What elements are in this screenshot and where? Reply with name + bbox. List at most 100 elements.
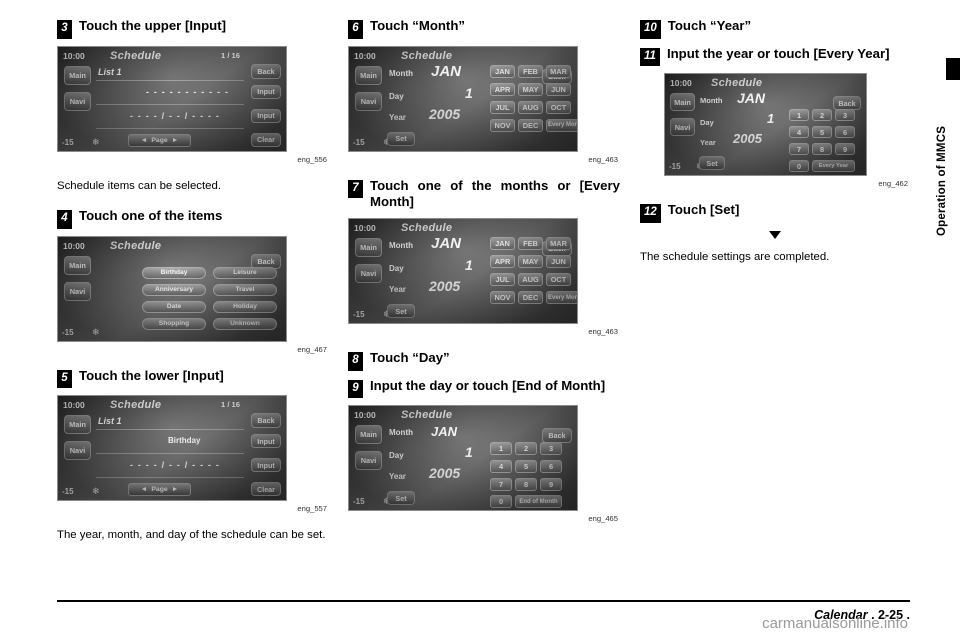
- year-label[interactable]: Year: [389, 472, 406, 481]
- item-button-travel[interactable]: Travel: [213, 283, 277, 296]
- main-button[interactable]: Main: [64, 415, 91, 435]
- main-button[interactable]: Main: [64, 255, 91, 275]
- month-button-may[interactable]: MAY: [518, 82, 543, 96]
- set-button[interactable]: Set: [387, 491, 415, 506]
- key-7[interactable]: 7: [789, 143, 809, 155]
- month-button-may[interactable]: MAY: [518, 255, 543, 269]
- key-9[interactable]: 9: [835, 143, 855, 155]
- main-button[interactable]: Main: [355, 65, 382, 85]
- navi-button[interactable]: Navi: [355, 264, 382, 284]
- year-label[interactable]: Year: [700, 138, 716, 147]
- item-button-date[interactable]: Date: [142, 300, 206, 313]
- item-button-shopping[interactable]: Shopping: [142, 317, 206, 330]
- month-button-nov[interactable]: NOV: [490, 291, 515, 305]
- month-button-mar[interactable]: MAR: [546, 237, 571, 251]
- key-1[interactable]: 1: [789, 109, 809, 121]
- every-month-button[interactable]: Every Month: [546, 118, 577, 132]
- next-page-icon[interactable]: ►: [172, 486, 179, 493]
- navi-button[interactable]: Navi: [64, 281, 91, 301]
- key-8[interactable]: 8: [812, 143, 832, 155]
- set-button[interactable]: Set: [387, 304, 415, 319]
- month-button-oct[interactable]: OCT: [546, 273, 571, 287]
- main-button[interactable]: Main: [355, 238, 382, 258]
- every-year-button[interactable]: Every Year: [812, 160, 855, 172]
- end-of-month-button[interactable]: End of Month: [515, 495, 562, 509]
- key-9[interactable]: 9: [540, 478, 562, 492]
- month-button-aug[interactable]: AUG: [518, 100, 543, 114]
- page-navigation[interactable]: ◄ Page ►: [128, 483, 191, 497]
- month-label[interactable]: Month: [389, 241, 413, 250]
- key-3[interactable]: 3: [540, 442, 562, 456]
- key-7[interactable]: 7: [490, 478, 512, 492]
- back-button[interactable]: Back: [251, 413, 281, 429]
- month-button-jan[interactable]: JAN: [490, 64, 515, 78]
- key-3[interactable]: 3: [835, 109, 855, 121]
- main-button[interactable]: Main: [64, 65, 91, 85]
- navi-button[interactable]: Navi: [355, 91, 382, 111]
- key-1[interactable]: 1: [490, 442, 512, 456]
- back-button[interactable]: Back: [251, 63, 281, 79]
- month-button-jun[interactable]: JUN: [546, 255, 571, 269]
- prev-page-icon[interactable]: ◄: [141, 486, 148, 493]
- next-page-icon[interactable]: ►: [172, 137, 179, 144]
- set-button[interactable]: Set: [387, 131, 415, 146]
- key-4[interactable]: 4: [789, 126, 809, 138]
- key-5[interactable]: 5: [812, 126, 832, 138]
- month-button-apr[interactable]: APR: [490, 255, 515, 269]
- input-button-lower[interactable]: Input: [251, 458, 281, 473]
- day-label[interactable]: Day: [389, 264, 404, 273]
- back-button[interactable]: Back: [833, 96, 861, 110]
- key-0[interactable]: 0: [789, 160, 809, 172]
- item-button-anniversary[interactable]: Anniversary: [142, 283, 206, 296]
- set-button[interactable]: Set: [699, 156, 725, 170]
- month-button-jul[interactable]: JUL: [490, 100, 515, 114]
- month-button-dec[interactable]: DEC: [518, 118, 543, 132]
- month-button-oct[interactable]: OCT: [546, 100, 571, 114]
- year-label[interactable]: Year: [389, 113, 406, 122]
- month-button-nov[interactable]: NOV: [490, 118, 515, 132]
- key-8[interactable]: 8: [515, 478, 537, 492]
- navi-button[interactable]: Navi: [64, 91, 91, 111]
- month-button-feb[interactable]: FEB: [518, 64, 543, 78]
- main-button[interactable]: Main: [355, 425, 382, 445]
- key-6[interactable]: 6: [835, 126, 855, 138]
- item-button-holiday[interactable]: Holiday: [213, 300, 277, 313]
- item-button-unknown[interactable]: Unknown: [213, 317, 277, 330]
- clear-button[interactable]: Clear: [251, 132, 281, 147]
- every-month-button[interactable]: Every Month: [546, 291, 577, 305]
- day-label[interactable]: Day: [389, 92, 404, 101]
- input-button-lower[interactable]: Input: [251, 108, 281, 123]
- month-button-feb[interactable]: FEB: [518, 237, 543, 251]
- key-0[interactable]: 0: [490, 495, 512, 509]
- navi-button[interactable]: Navi: [670, 118, 695, 136]
- month-button-jan[interactable]: JAN: [490, 237, 515, 251]
- month-label[interactable]: Month: [389, 428, 413, 437]
- input-button-upper[interactable]: Input: [251, 434, 281, 449]
- month-button-dec[interactable]: DEC: [518, 291, 543, 305]
- prev-page-icon[interactable]: ◄: [141, 137, 148, 144]
- month-button-mar[interactable]: MAR: [546, 64, 571, 78]
- back-button[interactable]: Back: [542, 428, 572, 444]
- day-label[interactable]: Day: [389, 451, 404, 460]
- navi-button[interactable]: Navi: [355, 451, 382, 471]
- key-2[interactable]: 2: [812, 109, 832, 121]
- key-4[interactable]: 4: [490, 460, 512, 474]
- item-button-birthday[interactable]: Birthday: [142, 266, 206, 279]
- page-navigation[interactable]: ◄ Page ►: [128, 133, 191, 147]
- month-label[interactable]: Month: [389, 69, 413, 78]
- main-button[interactable]: Main: [670, 93, 695, 111]
- navi-button[interactable]: Navi: [64, 441, 91, 461]
- month-button-apr[interactable]: APR: [490, 82, 515, 96]
- month-button-jun[interactable]: JUN: [546, 82, 571, 96]
- input-button-upper[interactable]: Input: [251, 84, 281, 99]
- month-button-jul[interactable]: JUL: [490, 273, 515, 287]
- day-label[interactable]: Day: [700, 118, 714, 127]
- month-button-aug[interactable]: AUG: [518, 273, 543, 287]
- item-button-leisure[interactable]: Leisure: [213, 266, 277, 279]
- clear-button[interactable]: Clear: [251, 482, 281, 497]
- key-2[interactable]: 2: [515, 442, 537, 456]
- key-6[interactable]: 6: [540, 460, 562, 474]
- month-label[interactable]: Month: [700, 96, 723, 105]
- year-label[interactable]: Year: [389, 285, 406, 294]
- key-5[interactable]: 5: [515, 460, 537, 474]
